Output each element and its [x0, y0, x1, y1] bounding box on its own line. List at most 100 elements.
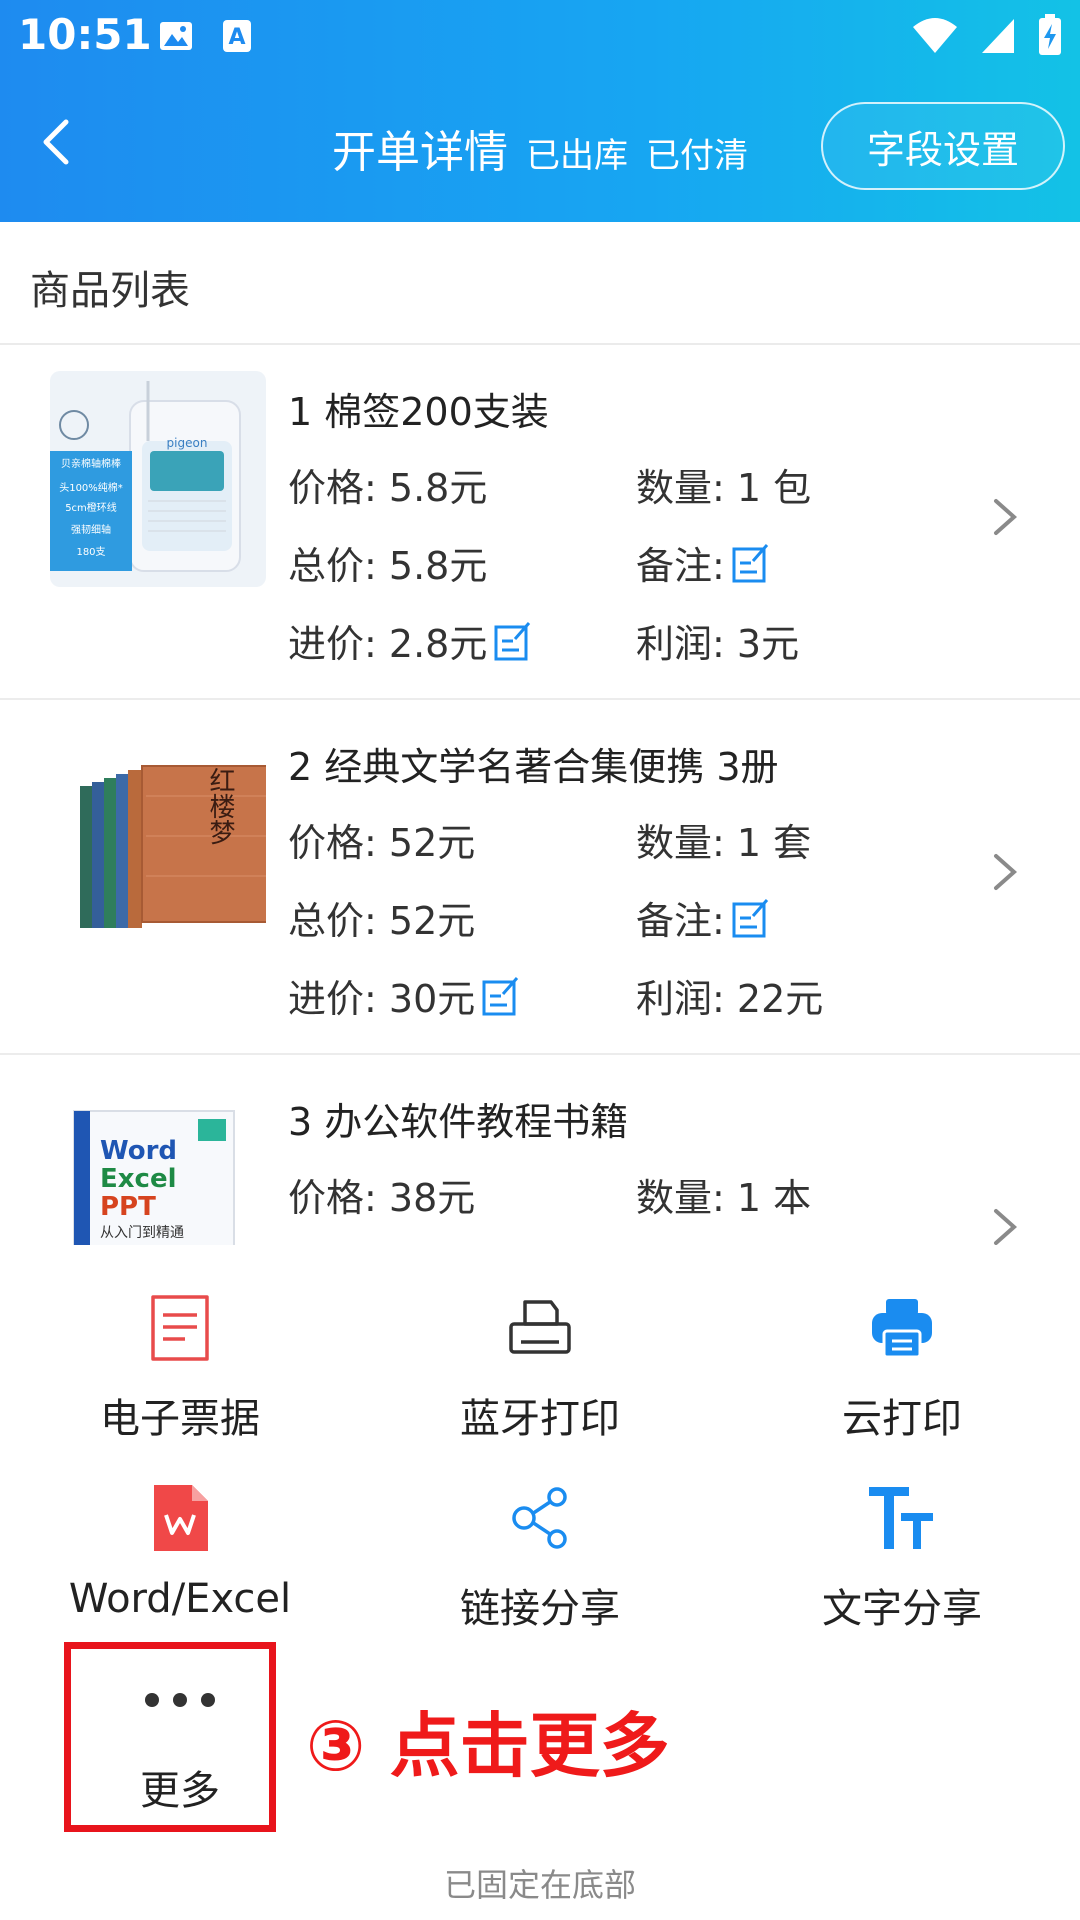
field-label: 价格: — [288, 1176, 377, 1220]
status-system-icons — [912, 14, 1062, 56]
field-value: 1 套 — [736, 821, 812, 865]
field-label: 进价: — [288, 977, 377, 1021]
product-thumbnail-books: 红楼梦 — [50, 726, 266, 942]
field-value: 52元 — [388, 821, 476, 865]
thumb-text: 贝亲棉轴棉棒 — [61, 457, 121, 470]
field-value: 52元 — [388, 899, 476, 943]
thumb-text: 红楼梦 — [205, 767, 235, 845]
chevron-right-icon[interactable] — [990, 850, 1020, 894]
thumb-text: PPT — [100, 1192, 156, 1222]
thumb-text: 从入门到精通 — [100, 1225, 184, 1241]
chevron-right-icon[interactable] — [990, 495, 1020, 539]
thumb-text: Word — [100, 1136, 177, 1166]
edit-icon[interactable] — [493, 619, 533, 663]
status-badge-shipped: 已出库 — [526, 136, 628, 176]
status-time: 10:51 — [18, 10, 152, 59]
thumb-text: 180支 — [76, 546, 105, 558]
product-name: 1 棉签200支装 — [288, 390, 549, 434]
field-value: 2.8元 — [388, 622, 488, 666]
price-field: 价格: 52元 — [288, 812, 475, 867]
image-notification-icon — [160, 22, 192, 50]
product-thumbnail-cotton-swabs: 贝亲棉轴棉棒 头100%纯棉* 5cm橙环线 强韧细轴 180支 pigeon — [50, 371, 266, 587]
action-label: Word/Excel — [68, 1576, 292, 1622]
field-label: 价格: — [288, 466, 377, 510]
cloud-printer-icon — [862, 1288, 942, 1368]
edit-icon[interactable] — [731, 896, 771, 940]
field-label: 进价: — [288, 622, 377, 666]
price-field: 价格: 38元 — [288, 1167, 475, 1222]
wps-file-icon — [140, 1478, 220, 1558]
field-value: 1 本 — [736, 1176, 812, 1220]
field-value: 30元 — [388, 977, 476, 1021]
total-field: 总价: 5.8元 — [288, 535, 487, 590]
profit-field: 利润: 22元 — [636, 968, 823, 1023]
back-arrow-icon[interactable] — [28, 112, 88, 172]
cost-field: 进价: 2.8元 — [288, 613, 533, 668]
cost-field: 进价: 30元 — [288, 968, 521, 1023]
wifi-icon — [913, 18, 957, 53]
field-label: 价格: — [288, 821, 377, 865]
profit-field: 利润: 3元 — [636, 613, 799, 668]
product-row[interactable]: 贝亲棉轴棉棒 头100%纯棉* 5cm橙环线 强韧细轴 180支 pigeon … — [0, 345, 1080, 700]
thumb-text: 强韧细轴 — [71, 523, 111, 536]
thumb-text: Excel — [100, 1164, 177, 1194]
highlight-box — [64, 1642, 276, 1832]
product-row[interactable]: 红楼梦 2 经典文学名著合集便携 3册 价格: 52元 数量: 1 套 总价: … — [0, 700, 1080, 1055]
cellular-signal-icon — [982, 19, 1014, 53]
action-label: 链接分享 — [460, 1586, 620, 1632]
field-label: 数量: — [636, 1176, 725, 1220]
page-title: 开单详情 — [332, 127, 508, 178]
e-receipt-button[interactable]: 电子票据 — [30, 1288, 330, 1444]
total-field: 总价: 52元 — [288, 890, 475, 945]
field-value: 5.8元 — [388, 466, 488, 510]
chevron-right-icon[interactable] — [990, 1205, 1020, 1245]
field-label: 总价: — [288, 899, 377, 943]
share-icon — [500, 1478, 580, 1558]
bluetooth-print-button[interactable]: 蓝牙打印 — [390, 1288, 690, 1444]
field-value: 1 包 — [736, 466, 812, 510]
page-title-group: 开单详情 已出库 已付清 — [332, 116, 748, 180]
remark-field: 备注: — [636, 535, 771, 590]
text-share-button[interactable]: 文字分享 — [752, 1478, 1052, 1634]
product-thumbnail-office-book: Word Excel PPT 从入门到精通 — [50, 1081, 266, 1245]
product-name: 2 经典文学名著合集便携 3册 — [288, 745, 779, 789]
status-notification-icons: A — [158, 18, 252, 54]
edit-icon[interactable] — [731, 541, 771, 585]
action-label: 蓝牙打印 — [460, 1396, 620, 1442]
thumb-text: 头100%纯棉* — [59, 481, 123, 494]
quantity-field: 数量: 1 套 — [636, 812, 811, 867]
nav-bar: 开单详情 已出库 已付清 字段设置 — [0, 90, 1080, 200]
field-label: 利润: — [636, 622, 725, 666]
field-label: 利润: — [636, 977, 725, 1021]
quantity-field: 数量: 1 本 — [636, 1167, 811, 1222]
field-value: 5.8元 — [388, 544, 488, 588]
field-value: 38元 — [388, 1176, 476, 1220]
thumb-brand: pigeon — [167, 436, 208, 450]
product-row[interactable]: Word Excel PPT 从入门到精通 3 办公软件教程书籍 价格: 38元… — [0, 1055, 1080, 1245]
link-share-button[interactable]: 链接分享 — [390, 1478, 690, 1634]
battery-charging-icon — [1039, 14, 1061, 55]
quantity-field: 数量: 1 包 — [636, 457, 811, 512]
annotation-text: ③ 点击更多 — [306, 1705, 670, 1787]
bluetooth-printer-icon — [500, 1288, 580, 1368]
price-field: 价格: 5.8元 — [288, 457, 487, 512]
status-bar: 10:51 A — [0, 0, 1080, 76]
svg-text:A: A — [228, 25, 245, 50]
action-label: 云打印 — [842, 1396, 962, 1442]
action-label: 电子票据 — [100, 1396, 260, 1442]
word-excel-button[interactable]: Word/Excel — [30, 1478, 330, 1622]
cloud-print-button[interactable]: 云打印 — [752, 1288, 1052, 1444]
field-settings-button[interactable]: 字段设置 — [821, 102, 1065, 190]
field-label: 数量: — [636, 821, 725, 865]
field-value: 3元 — [736, 622, 800, 666]
edit-icon[interactable] — [481, 974, 521, 1018]
product-list: 贝亲棉轴棉棒 头100%纯棉* 5cm橙环线 强韧细轴 180支 pigeon … — [0, 345, 1080, 1245]
field-label: 总价: — [288, 544, 377, 588]
remark-field: 备注: — [636, 890, 771, 945]
action-label: 文字分享 — [822, 1586, 982, 1632]
field-value: 22元 — [736, 977, 824, 1021]
receipt-icon — [140, 1288, 220, 1368]
font-notification-icon: A — [223, 20, 251, 52]
footer-note: 已固定在底部 — [443, 1866, 636, 1904]
text-size-icon — [862, 1478, 942, 1558]
